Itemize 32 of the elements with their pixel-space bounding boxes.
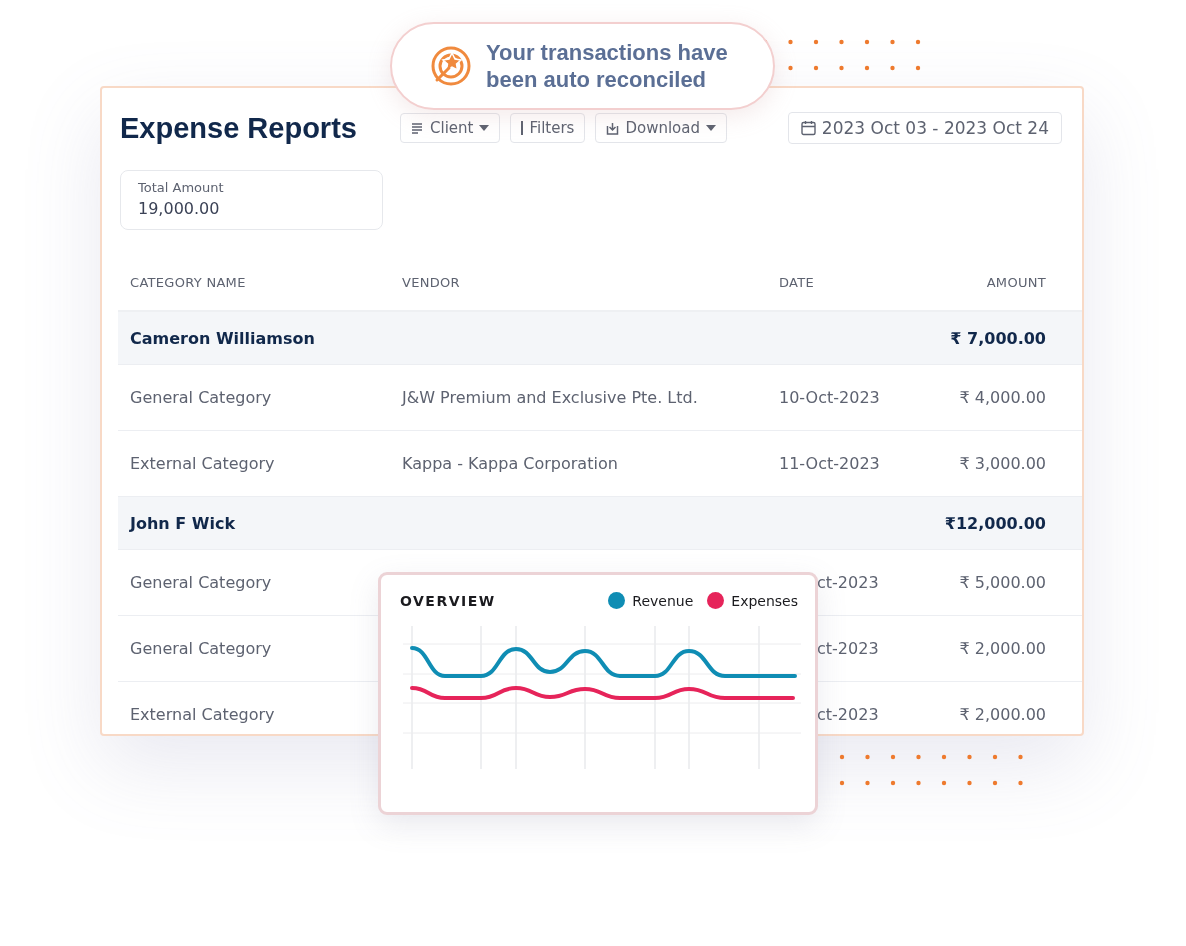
magic-wand-icon bbox=[430, 45, 472, 87]
calendar-icon bbox=[800, 120, 816, 136]
overview-title: OVERVIEW bbox=[400, 592, 496, 609]
client-dropdown[interactable]: Client bbox=[400, 113, 501, 143]
table-cell: General Category bbox=[118, 364, 390, 431]
filters-button[interactable]: Filters bbox=[510, 113, 586, 143]
group-total: ₹12,000.00 bbox=[919, 496, 1082, 550]
filter-icon bbox=[521, 121, 524, 135]
total-label: Total Amount bbox=[138, 180, 225, 195]
download-button[interactable]: Download bbox=[595, 113, 727, 143]
table-cell: 11-Oct-2023 bbox=[767, 430, 919, 497]
table-cell: ₹ 3,000.00 bbox=[919, 430, 1082, 497]
report-title: Expense Reports bbox=[120, 111, 358, 145]
toast-message: Your transactions have been auto reconciled bbox=[486, 39, 729, 93]
table-cell: Kappa - Kappa Corporation bbox=[390, 430, 767, 497]
table-cell: ₹ 2,000.00 bbox=[919, 681, 1082, 734]
group-name: John F Wick bbox=[118, 496, 919, 550]
table-cell: ₹ 4,000.00 bbox=[919, 364, 1082, 431]
table-cell: 10-Oct-2023 bbox=[767, 364, 919, 431]
download-icon bbox=[606, 121, 620, 135]
group-name: Cameron Williamson bbox=[118, 311, 919, 365]
table-cell: J&W Premium and Exclusive Pte. Ltd. bbox=[390, 364, 767, 431]
table-cell: External Category bbox=[118, 430, 390, 497]
table-cell: ₹ 2,000.00 bbox=[919, 615, 1082, 682]
total-value: 19,000.00 bbox=[138, 199, 221, 218]
caret-icon bbox=[705, 125, 716, 131]
legend-label: Revenue bbox=[632, 592, 694, 609]
date-range-picker[interactable]: 2023 Oct 03 - 2023 Oct 24 bbox=[787, 112, 1062, 144]
group-total: ₹ 7,000.00 bbox=[919, 311, 1082, 365]
table-cell: ₹ 5,000.00 bbox=[919, 549, 1082, 616]
caret-icon bbox=[479, 125, 490, 131]
lines-icon bbox=[411, 121, 424, 135]
